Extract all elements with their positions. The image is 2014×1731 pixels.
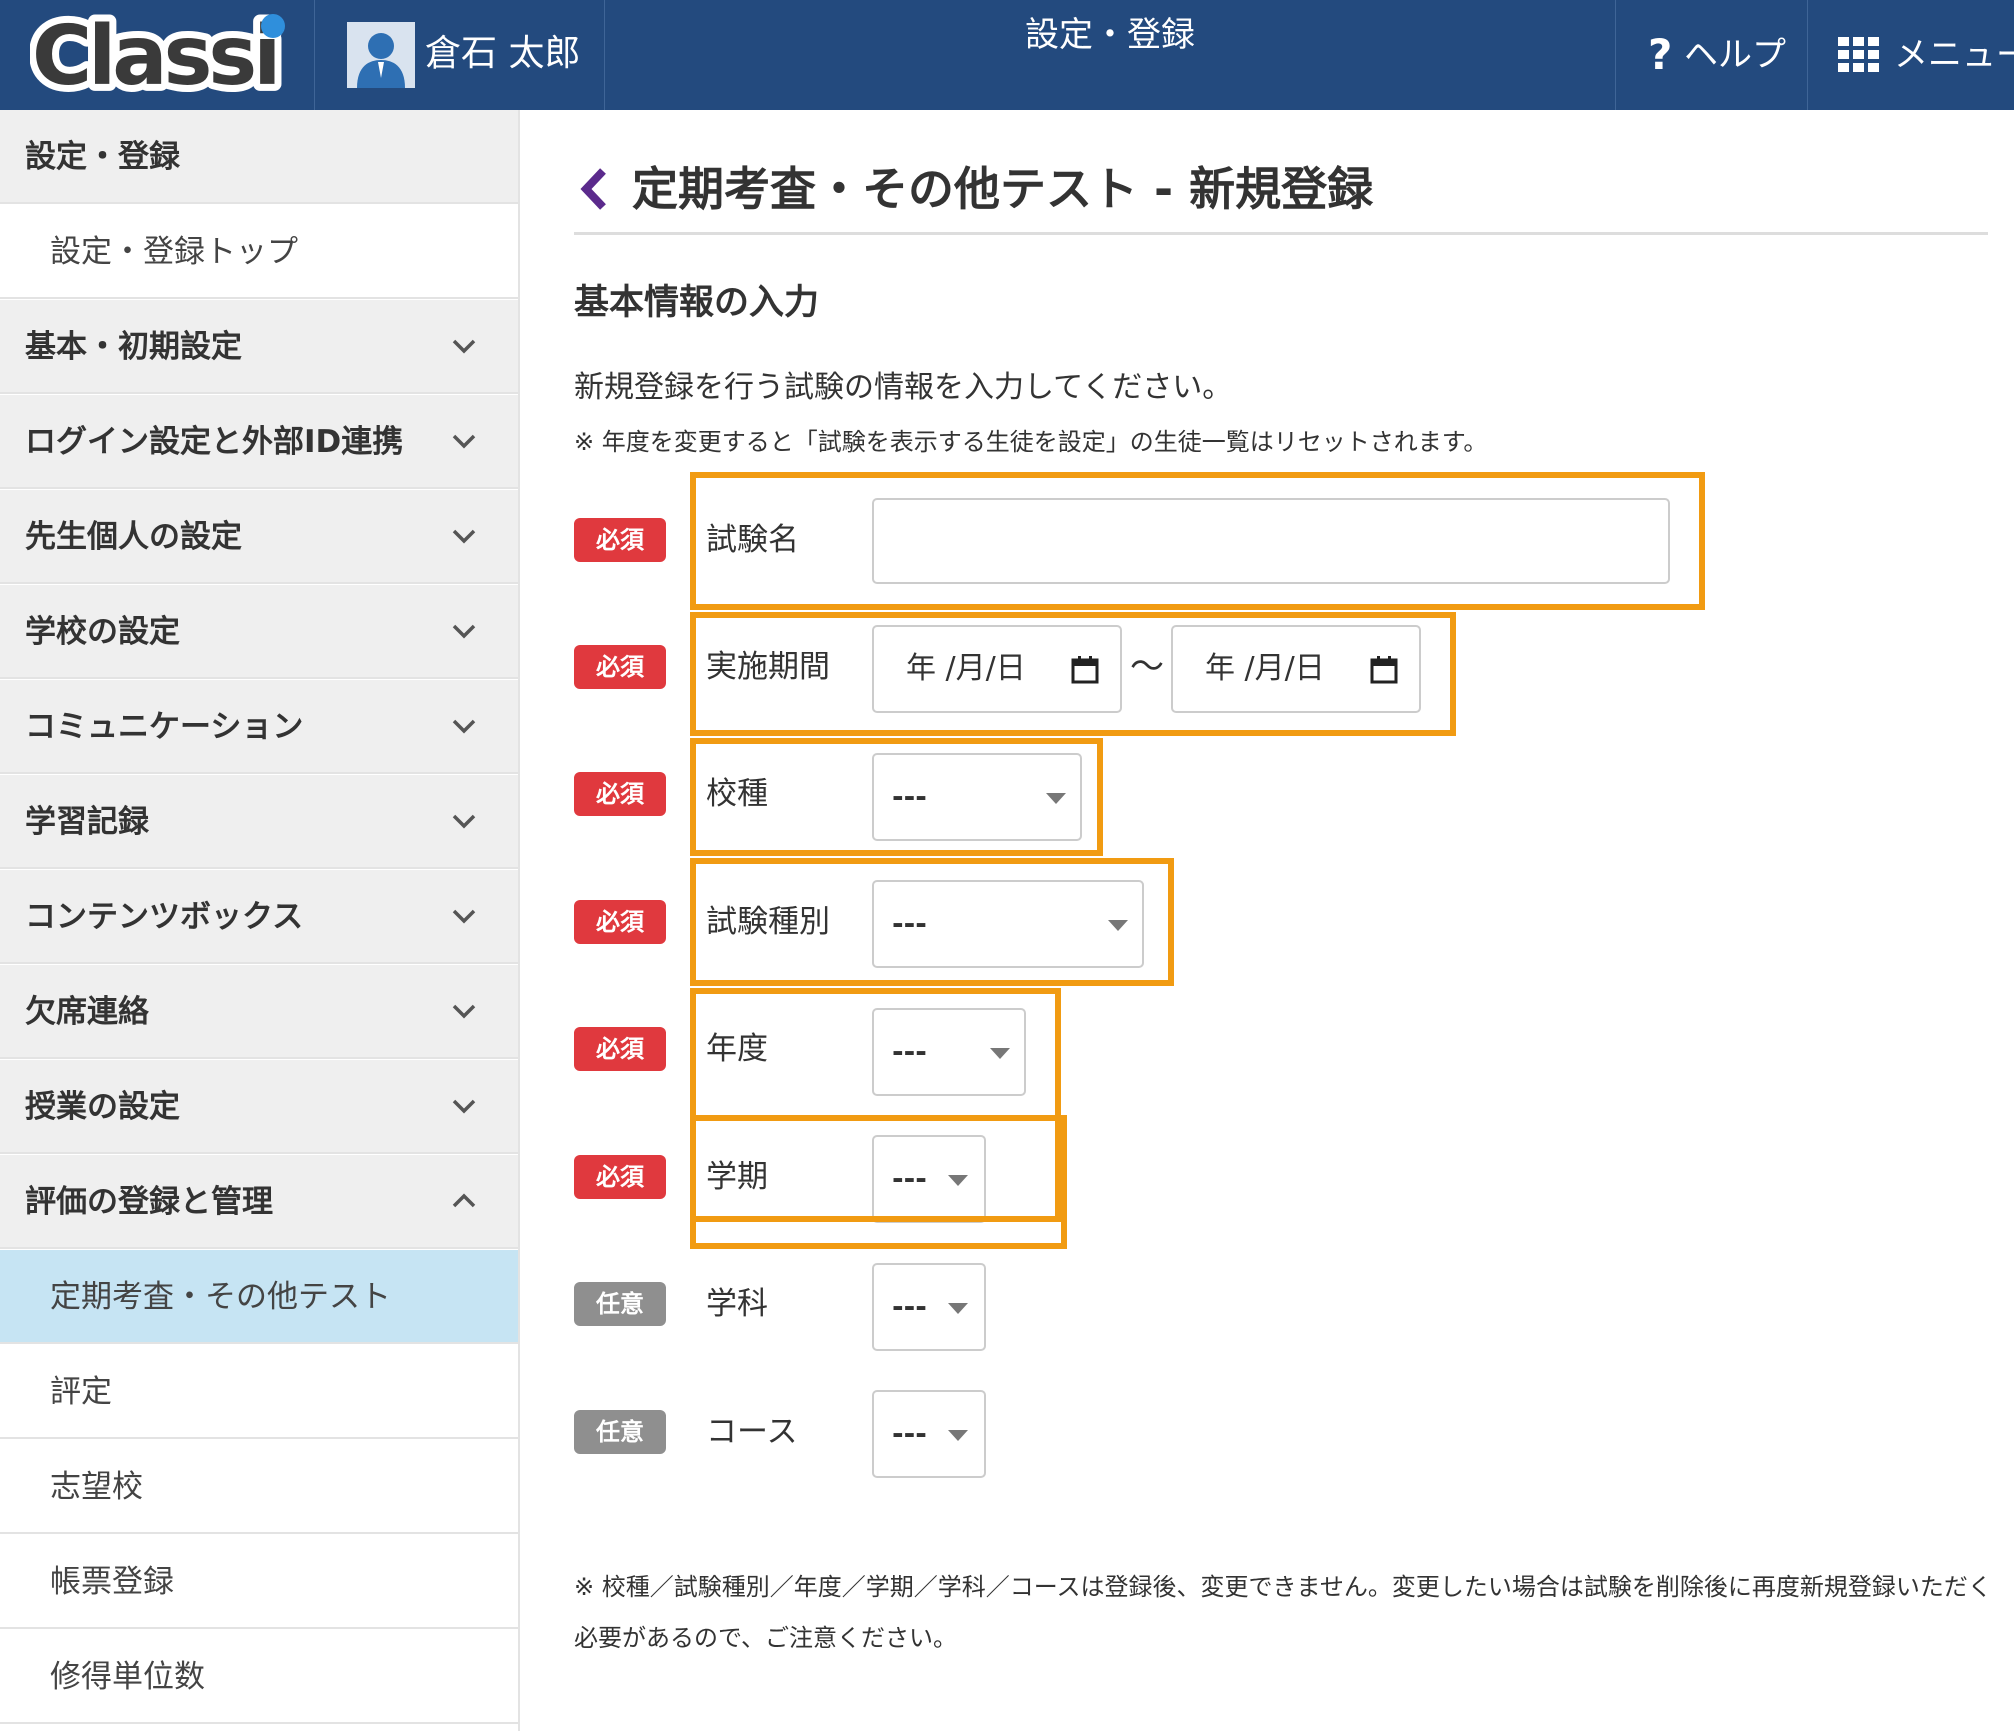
back-chevron-icon[interactable]: [577, 166, 611, 212]
sidebar-item-target-school[interactable]: 志望校: [0, 1440, 518, 1534]
department-select[interactable]: ---: [872, 1263, 986, 1351]
sidebar-item-settings-top[interactable]: 設定・登録トップ: [0, 205, 518, 299]
course-label: コース: [706, 1414, 798, 1450]
sidebar-item-grading[interactable]: 評定: [0, 1345, 518, 1439]
chevron-down-icon: [452, 624, 476, 639]
immutable-fields-note: ※ 校種／試験種別／年度／学期／学科／コースは登録後、変更できません。変更したい…: [574, 1573, 1992, 1652]
sidebar-item-label: ログイン設定と外部ID連携: [25, 424, 404, 460]
chevron-down-icon: [452, 814, 476, 829]
user-silhouette-icon: [357, 33, 405, 88]
user-menu[interactable]: 倉石 太郎: [315, 0, 605, 110]
sidebar-section-login[interactable]: ログイン設定と外部ID連携: [0, 395, 518, 489]
sidebar-item-credits[interactable]: 修得単位数: [0, 1630, 518, 1724]
sidebar-item-label: 授業の設定: [25, 1089, 180, 1125]
caret-down-icon: [948, 1430, 968, 1441]
grid-menu-icon: [1838, 37, 1879, 72]
header-title: 設定・登録: [1025, 15, 1195, 55]
caret-down-icon: [948, 1303, 968, 1314]
user-name: 倉石 太郎: [425, 33, 581, 74]
sidebar-item-label: 学校の設定: [25, 614, 180, 650]
chevron-down-icon: [452, 434, 476, 449]
chevron-down-icon: [452, 529, 476, 544]
sidebar-section-basic[interactable]: 基本・初期設定: [0, 300, 518, 394]
year-reset-note: ※ 年度を変更すると「試験を表示する生徒を設定」の生徒一覧はリセットされます。: [574, 428, 1488, 456]
sidebar-item-label: 設定・登録: [25, 139, 180, 175]
highlight-frame-exam-type: [690, 858, 1174, 986]
sidebar-item-label: コンテンツボックス: [25, 899, 304, 935]
sidebar-item-label: 評価の登録と管理: [25, 1184, 273, 1220]
highlight-frame-period: [690, 612, 1456, 736]
global-header: Classi Classi 倉石 太郎 設定・登録 ? ヘルプ メニュ: [0, 0, 2014, 110]
logo-text: Classi: [32, 9, 277, 104]
logo-cell: Classi Classi: [0, 0, 315, 110]
sidebar-item-label: 定期考査・その他テスト: [50, 1279, 391, 1315]
chevron-down-icon: [452, 719, 476, 734]
question-icon: ?: [1648, 30, 1673, 79]
sidebar-item-label: 先生個人の設定: [25, 519, 242, 555]
menu-button[interactable]: メニュー: [1807, 0, 2014, 110]
sidebar-nav: 設定・登録 設定・登録トップ 基本・初期設定 ログイン設定と外部ID連携 先生個…: [0, 110, 520, 1731]
course-select[interactable]: ---: [872, 1390, 986, 1478]
optional-badge: 任意: [574, 1410, 666, 1454]
select-value: ---: [892, 1417, 927, 1450]
sidebar-section-contents[interactable]: コンテンツボックス: [0, 870, 518, 964]
logo-dot: [261, 14, 285, 38]
chevron-down-icon: [452, 1099, 476, 1114]
select-value: ---: [892, 1290, 927, 1323]
intro-text: 新規登録を行う試験の情報を入力してください。: [574, 370, 1233, 405]
sidebar-item-label: コミュニケーション: [25, 709, 304, 745]
sidebar-section-learning[interactable]: 学習記録: [0, 775, 518, 869]
sidebar-section-teacher[interactable]: 先生個人の設定: [0, 490, 518, 584]
chevron-down-icon: [452, 909, 476, 924]
required-badge: 必須: [574, 645, 666, 689]
sidebar-item-label: 評定: [50, 1374, 112, 1410]
required-badge: 必須: [574, 900, 666, 944]
department-label: 学科: [706, 1286, 768, 1322]
menu-label: メニュー: [1894, 35, 2014, 75]
sidebar-item-label: 学習記録: [25, 804, 149, 840]
sidebar-item-label: 欠席連絡: [25, 994, 149, 1030]
sidebar-item-label: 修得単位数: [50, 1659, 205, 1695]
sidebar-item-label: 志望校: [50, 1469, 143, 1505]
chevron-down-icon: [452, 339, 476, 354]
section-title: 基本情報の入力: [574, 283, 820, 323]
required-badge: 必須: [574, 1027, 666, 1071]
sidebar-section-absence[interactable]: 欠席連絡: [0, 965, 518, 1059]
chevron-down-icon: [452, 1004, 476, 1019]
page-title: 定期考査・その他テスト - 新規登録: [632, 162, 1374, 216]
main-content: 定期考査・その他テスト - 新規登録 基本情報の入力 新規登録を行う試験の情報を…: [520, 110, 2014, 1731]
chevron-up-icon: [452, 1193, 476, 1208]
avatar: [347, 22, 415, 88]
classi-logo[interactable]: Classi Classi: [30, 8, 292, 104]
help-label: ヘルプ: [1684, 35, 1786, 75]
required-badge: 必須: [574, 772, 666, 816]
title-divider: [574, 232, 1988, 235]
sidebar-item-label: 帳票登録: [50, 1564, 174, 1600]
highlight-frame-term: [690, 1115, 1067, 1249]
highlight-frame-school-type: [690, 738, 1103, 856]
sidebar-section-settings[interactable]: 設定・登録: [0, 110, 518, 204]
required-badge: 必須: [574, 518, 666, 562]
sidebar-section-class[interactable]: 授業の設定: [0, 1060, 518, 1154]
sidebar-item-label: 設定・登録トップ: [50, 234, 298, 270]
help-button[interactable]: ? ヘルプ: [1615, 0, 1807, 110]
sidebar-section-school[interactable]: 学校の設定: [0, 585, 518, 679]
sidebar-item-label: 基本・初期設定: [25, 329, 242, 365]
sidebar-item-forms[interactable]: 帳票登録: [0, 1535, 518, 1629]
required-badge: 必須: [574, 1155, 666, 1199]
sidebar-section-communication[interactable]: コミュニケーション: [0, 680, 518, 774]
sidebar-item-exams[interactable]: 定期考査・その他テスト: [0, 1250, 518, 1344]
highlight-frame-exam-name: [690, 472, 1705, 610]
optional-badge: 任意: [574, 1282, 666, 1326]
sidebar-section-evaluation[interactable]: 評価の登録と管理: [0, 1155, 518, 1249]
